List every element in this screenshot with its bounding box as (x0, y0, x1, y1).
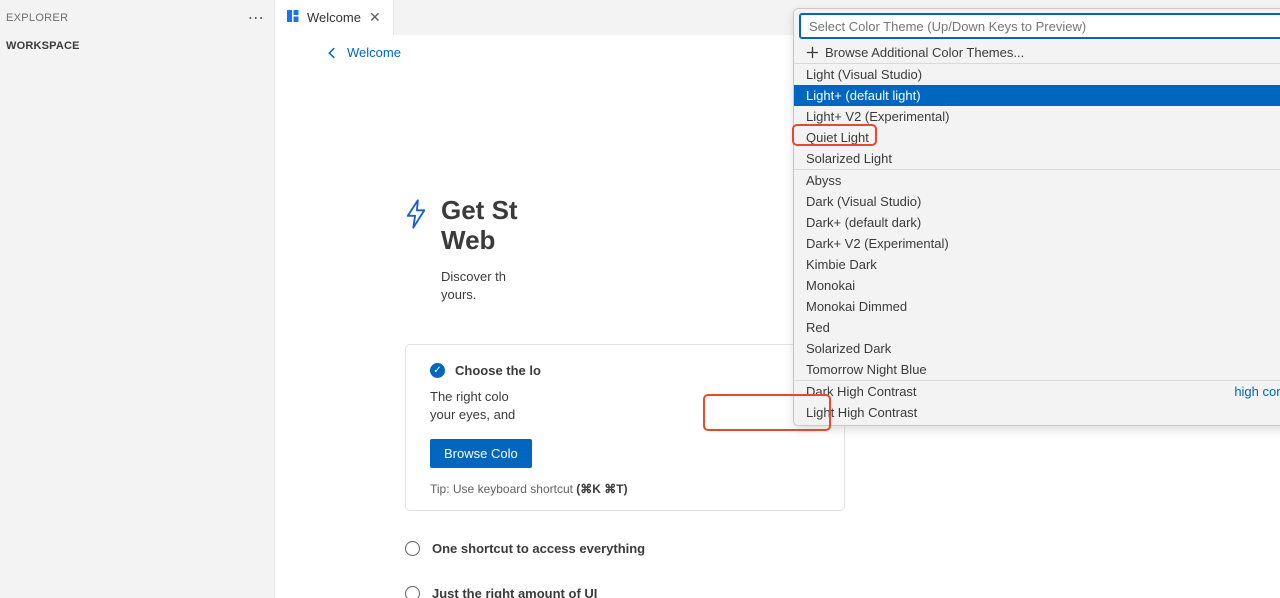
workspace-label[interactable]: WORKSPACE (0, 32, 274, 60)
browse-color-themes-button[interactable]: Browse Colo (430, 439, 532, 468)
check-icon: ✓ (430, 363, 445, 378)
radio-unselected-icon (405, 541, 420, 556)
theme-quiet-light[interactable]: Quiet Light (794, 127, 1280, 148)
explorer-sidebar: EXPLORER ⋯ WORKSPACE (0, 0, 275, 598)
welcome-tab-icon (285, 8, 301, 27)
theme-dark-hc[interactable]: Dark High Contrast high contrast themes (794, 381, 1280, 402)
theme-monokai[interactable]: Monokai (794, 275, 1280, 296)
page-subtitle: Discover th yours. (441, 268, 518, 304)
theme-solarized-light[interactable]: Solarized Light (794, 148, 1280, 169)
breadcrumb-label: Welcome (347, 45, 401, 60)
theme-dark-plus[interactable]: Dark+ (default dark) (794, 212, 1280, 233)
theme-light-vs[interactable]: Light (Visual Studio) light themes (794, 64, 1280, 85)
radio-unselected-icon (405, 586, 420, 598)
panel-desc: The right colo your eyes, and (430, 388, 820, 424)
chevron-left-icon (325, 46, 339, 60)
theme-monokai-dimmed[interactable]: Monokai Dimmed (794, 296, 1280, 317)
color-theme-quickpick: Browse Additional Color Themes... Light … (793, 8, 1280, 426)
theme-dark-v2[interactable]: Dark+ V2 (Experimental) (794, 233, 1280, 254)
choose-look-panel: ✓ Choose the lo The right colo your eyes… (405, 344, 845, 510)
theme-abyss[interactable]: Abyss dark themes (794, 170, 1280, 191)
browse-additional-themes[interactable]: Browse Additional Color Themes... (794, 42, 1280, 63)
group-label-hc: high contrast themes (1234, 384, 1280, 399)
step-one-shortcut[interactable]: One shortcut to access everything (405, 541, 1150, 556)
panel-title: Choose the lo (455, 363, 541, 378)
bolt-icon (405, 199, 427, 229)
tab-welcome[interactable]: Welcome ✕ (275, 0, 394, 35)
plus-icon (806, 46, 819, 59)
step-right-ui[interactable]: Just the right amount of UI (405, 586, 1150, 598)
theme-red[interactable]: Red (794, 317, 1280, 338)
theme-light-v2[interactable]: Light+ V2 (Experimental) (794, 106, 1280, 127)
tab-label: Welcome (307, 10, 361, 25)
theme-kimbie-dark[interactable]: Kimbie Dark (794, 254, 1280, 275)
more-icon[interactable]: ⋯ (248, 8, 264, 28)
explorer-title: EXPLORER (6, 12, 68, 24)
close-icon[interactable]: ✕ (367, 9, 383, 26)
keyboard-shortcut-tip: Tip: Use keyboard shortcut (⌘K ⌘T) (430, 482, 820, 496)
theme-dark-vs[interactable]: Dark (Visual Studio) (794, 191, 1280, 212)
theme-light-plus[interactable]: Light+ (default light) (794, 85, 1280, 106)
page-title: Get St Web (441, 196, 518, 256)
theme-solarized-dark[interactable]: Solarized Dark (794, 338, 1280, 359)
theme-search-input[interactable] (800, 14, 1280, 38)
theme-tomorrow-night-blue[interactable]: Tomorrow Night Blue (794, 359, 1280, 380)
theme-light-hc[interactable]: Light High Contrast (794, 402, 1280, 423)
